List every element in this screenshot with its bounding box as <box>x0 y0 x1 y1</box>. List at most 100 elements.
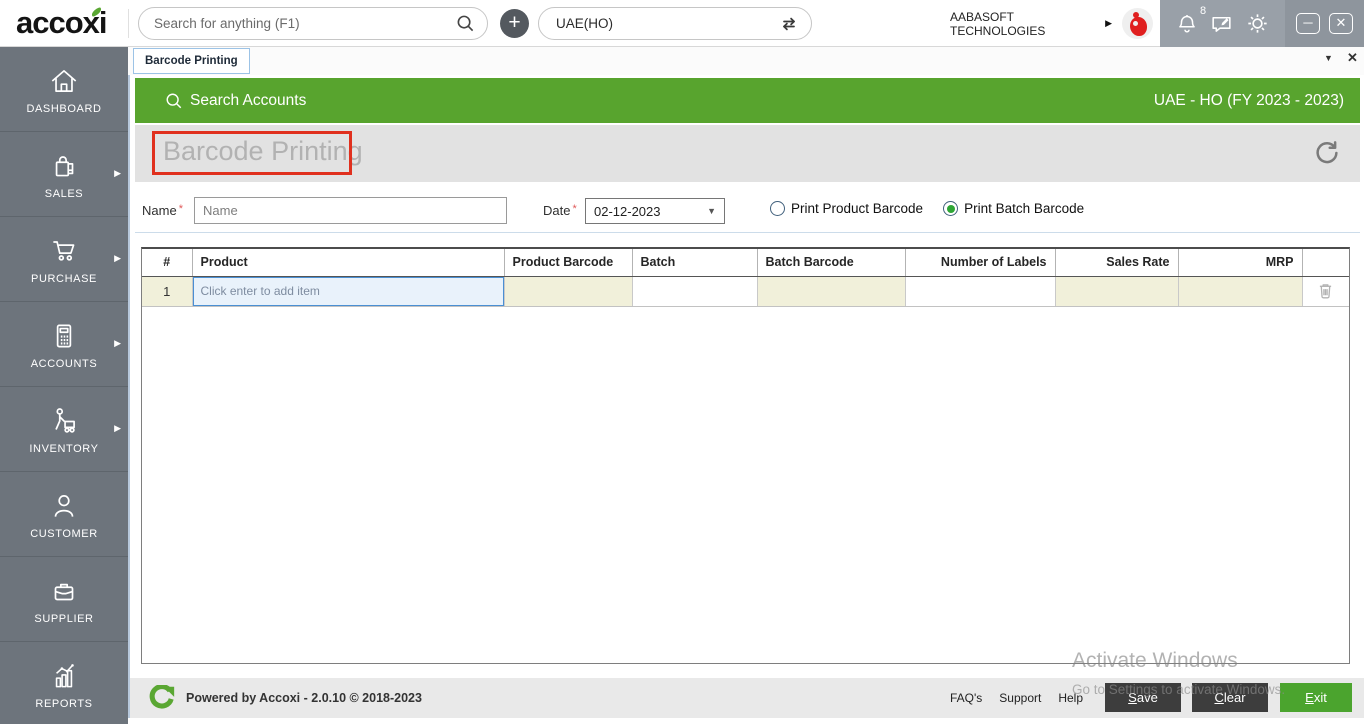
name-field[interactable] <box>194 197 507 224</box>
col-header-product: Product <box>192 249 505 277</box>
accoxi-footer-logo <box>148 685 175 712</box>
barcode-type-radio-group: Print Product Barcode Print Batch Barcod… <box>770 201 1084 216</box>
supplier-briefcase-icon <box>46 574 82 608</box>
sidebar-item-customer[interactable]: CUSTOMER <box>0 472 128 557</box>
sidebar-label: ACCOUNTS <box>30 357 98 370</box>
number-of-labels-cell[interactable] <box>905 276 1056 307</box>
col-header-number-of-labels: Number of Labels <box>905 249 1056 277</box>
radio-label: Print Product Barcode <box>791 201 924 216</box>
refresh-icon[interactable] <box>1312 138 1342 168</box>
delete-row-icon[interactable] <box>1318 282 1333 299</box>
calculator-icon <box>46 319 82 353</box>
top-bar: accoxi + UAE(HO) AABASOFT TECHNOLOGIES ▶… <box>0 0 1364 47</box>
branch-selector[interactable]: UAE(HO) <box>538 7 812 40</box>
accounts-bar: Search Accounts UAE - HO (FY 2023 - 2023… <box>135 78 1360 123</box>
product-barcode-cell <box>504 276 633 307</box>
tab-strip: Barcode Printing ▼ ✕ <box>128 47 1364 75</box>
row-index-cell: 1 <box>142 276 193 307</box>
help-link[interactable]: Help <box>1058 691 1083 705</box>
sidebar-item-supplier[interactable]: SUPPLIER <box>0 557 128 642</box>
content-left-border <box>128 75 130 718</box>
clear-button[interactable]: Clear <box>1192 683 1268 712</box>
sidebar-label: SUPPLIER <box>34 612 94 625</box>
chevron-down-icon: ▼ <box>707 206 716 216</box>
sidebar-label: REPORTS <box>35 697 93 710</box>
tab-label: Barcode Printing <box>145 55 238 67</box>
submenu-arrow-icon: ▶ <box>114 338 121 348</box>
footer-links: FAQ's Support Help <box>950 691 1083 705</box>
sidebar-label: CUSTOMER <box>30 527 98 540</box>
search-accounts-button[interactable]: Search Accounts <box>165 92 306 110</box>
col-header-actions <box>1302 249 1349 277</box>
branch-name: UAE(HO) <box>556 16 613 31</box>
sidebar-item-reports[interactable]: REPORTS <box>0 642 128 724</box>
date-picker[interactable]: 02-12-2023 ▼ <box>585 198 725 224</box>
save-button[interactable]: Save <box>1105 683 1181 712</box>
batch-barcode-cell <box>757 276 906 307</box>
global-search-input[interactable] <box>139 16 456 31</box>
messages-button[interactable] <box>1209 11 1234 36</box>
product-entry-cell[interactable]: Click enter to add item <box>192 276 505 307</box>
sidebar-nav: DASHBOARD SALES ▶ PURCHASE ▶ ACCOUNTS ▶ … <box>0 47 128 724</box>
page-title: Barcode Printing <box>163 136 363 166</box>
tab-list-caret-icon[interactable]: ▼ <box>1324 53 1333 63</box>
date-value: 02-12-2023 <box>594 203 661 219</box>
batch-cell[interactable] <box>632 276 758 307</box>
inventory-trolley-icon <box>45 404 83 438</box>
caret-right-icon: ▶ <box>1105 18 1112 28</box>
notifications-button[interactable]: 8 <box>1175 5 1206 36</box>
submenu-arrow-icon: ▶ <box>114 423 121 433</box>
accoxi-logo: accoxi <box>16 5 108 41</box>
close-window-button[interactable]: ✕ <box>1329 13 1353 34</box>
required-asterisk: * <box>572 203 577 215</box>
user-avatar[interactable] <box>1122 8 1153 39</box>
divider <box>135 232 1360 233</box>
tab-close-icon[interactable]: ✕ <box>1347 50 1358 66</box>
customer-person-icon <box>46 489 82 523</box>
window-controls: ─ ✕ <box>1285 0 1364 47</box>
radio-print-batch-barcode[interactable]: Print Batch Barcode <box>943 201 1084 216</box>
grid-header-row: # Product Product Barcode Batch Batch Ba… <box>142 249 1349 277</box>
radio-label: Print Batch Barcode <box>964 201 1085 216</box>
sidebar-item-dashboard[interactable]: DASHBOARD <box>0 47 128 132</box>
sales-bag-icon <box>46 149 82 183</box>
radio-print-product-barcode[interactable]: Print Product Barcode <box>770 201 923 216</box>
search-icon <box>165 92 183 110</box>
search-accounts-label: Search Accounts <box>190 91 307 109</box>
notification-badge: 8 <box>1200 4 1207 17</box>
minimize-button[interactable]: ─ <box>1296 13 1320 34</box>
radio-circle-selected <box>943 201 959 216</box>
search-icon[interactable] <box>456 14 475 33</box>
sidebar-item-sales[interactable]: SALES ▶ <box>0 132 128 217</box>
divider <box>128 9 129 38</box>
page-title-bar: Barcode Printing <box>135 125 1360 182</box>
faqs-link[interactable]: FAQ's <box>950 691 982 705</box>
sidebar-item-purchase[interactable]: PURCHASE ▶ <box>0 217 128 302</box>
company-menu[interactable]: AABASOFT TECHNOLOGIES ▶ <box>950 0 1112 47</box>
name-label: Name * <box>142 203 183 218</box>
footer-bar: Powered by Accoxi - 2.0.10 © 2018-2023 F… <box>130 678 1364 718</box>
date-label: Date * <box>543 203 577 218</box>
tab-barcode-printing[interactable]: Barcode Printing <box>133 48 250 74</box>
col-header-batch-barcode: Batch Barcode <box>757 249 906 277</box>
avatar-blob <box>1130 17 1147 36</box>
switch-branch-icon[interactable] <box>779 14 799 34</box>
support-link[interactable]: Support <box>999 691 1041 705</box>
sidebar-label: PURCHASE <box>31 272 97 285</box>
sidebar-item-inventory[interactable]: INVENTORY ▶ <box>0 387 128 472</box>
col-header-index: # <box>142 249 193 277</box>
exit-button[interactable]: Exit <box>1280 683 1352 712</box>
company-name: AABASOFT TECHNOLOGIES <box>950 9 1046 38</box>
reports-chart-icon <box>46 659 82 693</box>
sidebar-label: DASHBOARD <box>26 102 102 115</box>
submenu-arrow-icon: ▶ <box>114 253 121 263</box>
purchase-cart-icon <box>45 234 83 268</box>
sidebar-item-accounts[interactable]: ACCOUNTS ▶ <box>0 302 128 387</box>
settings-gear-button[interactable] <box>1245 11 1270 36</box>
barcode-items-grid: # Product Product Barcode Batch Batch Ba… <box>141 247 1350 664</box>
add-new-button[interactable]: + <box>500 9 529 38</box>
col-header-batch: Batch <box>632 249 758 277</box>
global-search[interactable] <box>138 7 488 40</box>
col-header-product-barcode: Product Barcode <box>504 249 633 277</box>
radio-circle-unselected <box>770 201 785 216</box>
